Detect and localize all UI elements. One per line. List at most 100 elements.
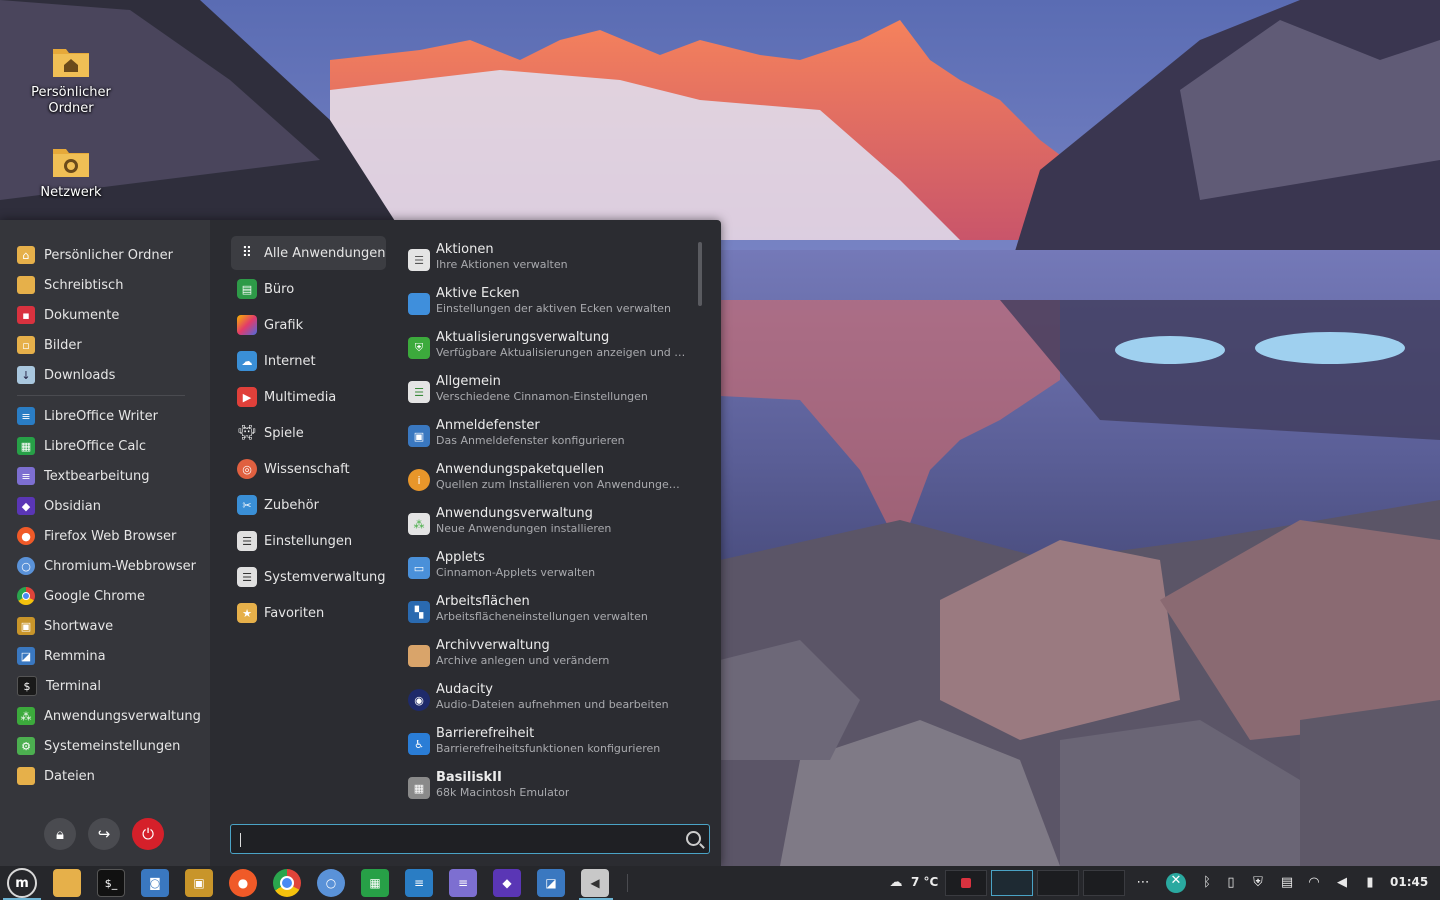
- category-settings[interactable]: ☰ Einstellungen: [231, 524, 386, 558]
- shortwave-launcher[interactable]: ▣: [185, 869, 213, 897]
- clipboard-icon[interactable]: ▯: [1223, 875, 1239, 891]
- games-icon: 👾︎: [238, 425, 256, 441]
- menu-fav-libreoffice-calc[interactable]: ▦ LibreOffice Calc: [17, 435, 146, 457]
- app-item-software-manager[interactable]: ⁂ Anwendungsverwaltung Neue Anwendungen in…: [407, 506, 697, 546]
- menu-item-label: LibreOffice Calc: [44, 438, 147, 454]
- app-item-archive-manager[interactable]: Archivverwaltung Archive anlegen und verä…: [407, 638, 697, 678]
- sound-launcher[interactable]: ◀: [581, 869, 609, 897]
- home-folder-icon: ⌂: [17, 246, 35, 264]
- logout-button[interactable]: ↪: [88, 818, 120, 850]
- terminal-launcher[interactable]: $_: [97, 869, 125, 897]
- app-item-software-sources[interactable]: i Anwendungspaketquellen Quellen zum Insta…: [407, 462, 697, 502]
- workspace-2[interactable]: [991, 870, 1033, 896]
- category-favorites[interactable]: ★ Favoriten: [231, 596, 386, 630]
- desktop-folder-icon: [17, 276, 35, 294]
- files-launcher[interactable]: [53, 869, 81, 897]
- desktop-icon-network[interactable]: Netzwerk: [21, 145, 121, 201]
- category-internet[interactable]: ☁ Internet: [231, 344, 386, 378]
- writer-launcher[interactable]: ≡: [405, 869, 433, 897]
- category-multimedia[interactable]: ▶ Multimedia: [231, 380, 386, 414]
- workspace-1[interactable]: [945, 870, 987, 896]
- battery-icon[interactable]: ▮: [1362, 875, 1378, 891]
- workspace-4[interactable]: [1083, 870, 1125, 896]
- mint-menu-button[interactable]: m: [7, 868, 37, 898]
- menu-item-label: Firefox Web Browser: [44, 528, 177, 544]
- chromium-icon: ○: [325, 876, 337, 890]
- wifi-icon[interactable]: ◠: [1306, 875, 1322, 891]
- category-all-applications[interactable]: ⠿ Alle Anwendungen: [231, 236, 386, 270]
- app-item-applets[interactable]: ▭ Applets Cinnamon-Applets verwalten: [407, 550, 697, 590]
- menu-place-desktop[interactable]: Schreibtisch: [17, 274, 123, 296]
- xfce-icon[interactable]: ✕: [1166, 873, 1186, 893]
- menu-fav-obsidian[interactable]: ◆ Obsidian: [17, 495, 101, 517]
- workspaces-icon: ▚: [408, 601, 430, 623]
- app-item-anmeldefenster[interactable]: ▣ Anmeldefenster Das Anmeldefenster konfig…: [407, 418, 697, 458]
- menu-item-label: Google Chrome: [44, 588, 145, 604]
- app-item-workspaces[interactable]: ▚ Arbeitsflächen Arbeitsflächeneinstellung…: [407, 594, 697, 634]
- app-item-allgemein[interactable]: ☰ Allgemein Verschiedene Cinnamon-Einstell…: [407, 374, 697, 414]
- desktop-icon-home[interactable]: Persönlicher Ordner: [21, 45, 121, 117]
- menu-place-downloads[interactable]: ↓ Downloads: [17, 364, 115, 386]
- obsidian-launcher[interactable]: ◆: [493, 869, 521, 897]
- shutdown-button[interactable]: ⏻: [132, 818, 164, 850]
- menu-item-label: Schreibtisch: [44, 277, 124, 293]
- text-editor-launcher[interactable]: ≡: [449, 869, 477, 897]
- power-icon: ⏻: [142, 825, 154, 843]
- menu-fav-chromium[interactable]: ○ Chromium-Webbrowser: [17, 555, 196, 577]
- menu-fav-shortwave[interactable]: ▣ Shortwave: [17, 615, 113, 637]
- menu-search-box[interactable]: [230, 824, 710, 854]
- clock[interactable]: 01:45: [1390, 875, 1428, 889]
- menu-fav-firefox[interactable]: ● Firefox Web Browser: [17, 525, 176, 547]
- favorites-folder-icon: ★: [237, 603, 257, 623]
- app-name: Allgemein: [436, 374, 501, 389]
- shield-icon[interactable]: ⛨: [1250, 875, 1266, 891]
- app-item-audacity[interactable]: ◉ Audacity Audio-Dateien aufnehmen und bea…: [407, 682, 697, 722]
- app-item-aktive-ecken[interactable]: Aktive Ecken Einstellungen der aktiven Ec…: [407, 286, 697, 326]
- weather-temperature[interactable]: 7 °C: [911, 875, 938, 889]
- chrome-launcher[interactable]: [273, 869, 301, 897]
- menu-fav-system-settings[interactable]: ⚙ Systemeinstellungen: [17, 735, 180, 757]
- menu-fav-software-manager[interactable]: ⁂ Anwendungsverwaltung: [17, 705, 201, 727]
- app-name: Anwendungspaketquellen: [436, 462, 605, 477]
- printer-icon[interactable]: ▤: [1279, 875, 1295, 891]
- category-administration[interactable]: ☰ Systemverwaltung: [231, 560, 386, 594]
- app-name: BasiliskII: [436, 770, 502, 785]
- app-description: Barrierefreiheitsfunktionen konfiguriere…: [436, 742, 661, 755]
- category-accessories[interactable]: ✂ Zubehör: [231, 488, 386, 522]
- chromium-launcher[interactable]: ○: [317, 869, 345, 897]
- category-office[interactable]: ▤ Büro: [231, 272, 386, 306]
- app-item-update-manager[interactable]: ⛨ Aktualisierungsverwaltung Verfügbare Akt…: [407, 330, 697, 370]
- menu-place-documents[interactable]: ▪ Dokumente: [17, 304, 119, 326]
- menu-fav-files[interactable]: Dateien: [17, 765, 95, 787]
- app-name: Arbeitsflächen: [436, 594, 530, 609]
- app-item-accessibility[interactable]: ♿︎ Barrierefreiheit Barrierefreiheitsfunkt…: [407, 726, 697, 766]
- menu-fav-libreoffice-writer[interactable]: ≡ LibreOffice Writer: [17, 405, 158, 427]
- menu-fav-terminal[interactable]: $ Terminal: [17, 675, 101, 697]
- menu-place-pictures[interactable]: ▫ Bilder: [17, 334, 82, 356]
- menu-place-home[interactable]: ⌂ Persönlicher Ordner: [17, 244, 173, 266]
- search-input[interactable]: [243, 829, 687, 851]
- more-icon[interactable]: ⋯: [1135, 875, 1151, 891]
- category-games[interactable]: 👾︎ Spiele: [231, 416, 386, 450]
- category-label: Multimedia: [264, 389, 337, 405]
- menu-fav-text-editor[interactable]: ≡ Textbearbeitung: [17, 465, 150, 487]
- app-description: Archive anlegen und verändern: [436, 654, 610, 667]
- grid-icon: ⠿: [241, 245, 253, 261]
- screenshot-launcher[interactable]: ◙: [141, 869, 169, 897]
- volume-icon[interactable]: ◀: [1334, 875, 1350, 891]
- menu-fav-chrome[interactable]: Google Chrome: [17, 585, 145, 607]
- category-science[interactable]: ◎ Wissenschaft: [231, 452, 386, 486]
- system-settings-icon: ⚙: [17, 737, 35, 755]
- category-label: Zubehör: [264, 497, 319, 513]
- bluetooth-icon[interactable]: ᛒ: [1199, 875, 1215, 891]
- lock-button[interactable]: 🔒︎: [44, 818, 76, 850]
- workspace-3[interactable]: [1037, 870, 1079, 896]
- category-graphics[interactable]: Grafik: [231, 308, 386, 342]
- calc-launcher[interactable]: ▦: [361, 869, 389, 897]
- app-list-scrollbar[interactable]: [698, 242, 702, 306]
- menu-fav-remmina[interactable]: ◪ Remmina: [17, 645, 106, 667]
- app-item-aktionen[interactable]: ☰ Aktionen Ihre Aktionen verwalten: [407, 242, 697, 282]
- firefox-launcher[interactable]: ●: [229, 869, 257, 897]
- app-item-basilisk[interactable]: ▦ BasiliskII 68k Macintosh Emulator: [407, 770, 697, 810]
- remmina-launcher[interactable]: ◪: [537, 869, 565, 897]
